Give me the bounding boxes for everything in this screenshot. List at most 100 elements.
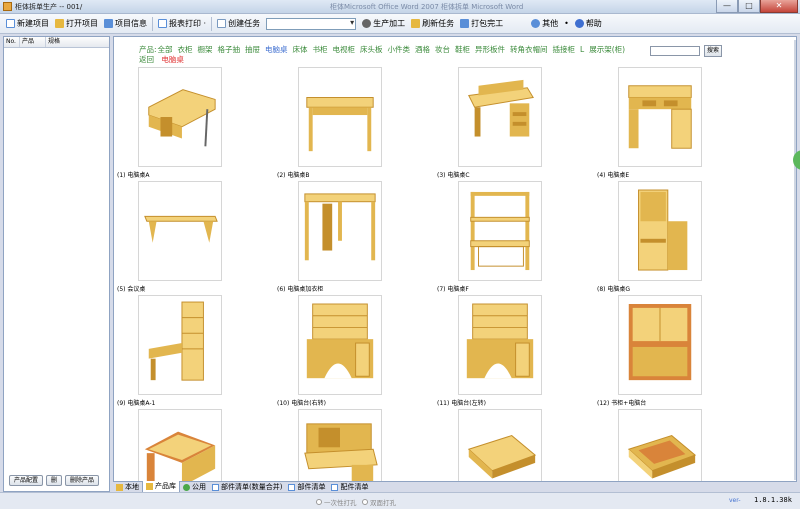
product-thumbnail[interactable] [458, 67, 542, 167]
product-list-panel: No. 产品 规格 产品配置 删 删除产品 [3, 36, 110, 492]
product-thumbnail[interactable] [138, 409, 222, 481]
list-icon [212, 483, 219, 491]
product-thumbnail[interactable] [458, 295, 542, 395]
product-thumbnail[interactable] [298, 67, 382, 167]
refresh-task-button[interactable]: 刷新任务 [408, 15, 457, 32]
category-link[interactable]: 床头板 [360, 45, 383, 54]
app-icon [3, 2, 12, 11]
category-label: 产品: [139, 45, 157, 54]
product-thumbnail[interactable] [618, 409, 702, 481]
product-thumbnail[interactable] [458, 409, 542, 481]
category-link[interactable]: 小件类 [388, 45, 411, 54]
toolbar-separator [152, 16, 153, 31]
category-link[interactable]: 全部 [158, 45, 173, 54]
product-caption: (8) 电脑桌G [597, 286, 631, 293]
product-caption: (4) 电脑桌E [597, 172, 630, 179]
package-icon [460, 19, 470, 28]
category-link[interactable]: L [580, 45, 584, 54]
category-link[interactable]: 电脑桌 [265, 45, 288, 54]
product-thumbnail[interactable] [138, 67, 222, 167]
category-link[interactable]: 书柜 [313, 45, 328, 54]
toolbar-separator [211, 16, 213, 31]
product-thumbnail[interactable] [298, 181, 382, 281]
report-print-button[interactable]: 报表打印 · [155, 15, 209, 32]
new-project-button[interactable]: 新建项目 [3, 15, 52, 32]
refresh-icon [411, 19, 421, 28]
delete-product-button[interactable]: 删除产品 [65, 475, 100, 486]
product-thumbnail[interactable] [298, 409, 382, 481]
product-thumbnail[interactable] [138, 181, 222, 281]
help-icon [574, 19, 584, 28]
radio-circle [362, 499, 368, 505]
search-input[interactable] [650, 46, 700, 56]
product-thumbnail[interactable] [618, 295, 702, 395]
parts-icon [331, 483, 339, 491]
radio-single-drill[interactable]: 一次性打孔 [316, 497, 357, 507]
status-user: ver- [729, 497, 741, 504]
category-link[interactable]: 格子抽 [218, 45, 241, 54]
toolbar-dot: • [564, 19, 569, 28]
product-caption: (11) 电脑台(左转) [437, 400, 486, 407]
category-link[interactable]: 鞋柜 [455, 45, 470, 54]
column-header-no[interactable]: No. [4, 37, 20, 47]
other-button[interactable]: 其他 [528, 15, 561, 32]
product-caption: (7) 电脑桌F [437, 286, 469, 293]
product-caption: (10) 电脑台(右转) [277, 400, 326, 407]
close-button[interactable]: ✕ [760, 0, 798, 13]
category-link[interactable]: 妆台 [435, 45, 450, 54]
product-caption: (3) 电脑桌C [437, 172, 470, 179]
create-task-button[interactable]: 创建任务 [214, 15, 263, 32]
list-icon [288, 483, 296, 491]
folder-icon [116, 483, 123, 491]
product-caption: (12) 书柜+电脑台 [597, 400, 647, 407]
gallery-scrollbar[interactable] [794, 40, 796, 480]
category-link[interactable]: 抽屉 [245, 45, 260, 54]
category-link[interactable]: 异形板件 [475, 45, 505, 54]
column-header-spec[interactable]: 规格 [46, 37, 109, 47]
product-caption: (5) 会议桌 [117, 286, 146, 293]
category-link[interactable]: 橱架 [198, 45, 213, 54]
project-info-button[interactable]: 项目信息 [101, 15, 150, 32]
category-link[interactable]: 酒格 [415, 45, 430, 54]
product-thumbnail[interactable] [138, 295, 222, 395]
info-icon [104, 19, 113, 28]
radio-circle [316, 499, 322, 505]
open-folder-icon [55, 19, 64, 28]
category-link[interactable]: 转角衣帽间 [510, 45, 548, 54]
category-link[interactable]: 衣柜 [178, 45, 193, 54]
product-gallery: 产品:全部 衣柜 橱架 格子抽 抽屉 电脑桌 床体 书柜 电视柜 床头板 小件类 酒格 妆台 鞋柜 异形板件… [113, 36, 797, 482]
package-button[interactable]: 打包完工 [457, 15, 506, 32]
category-link[interactable]: 电视柜 [333, 45, 356, 54]
product-thumbnail[interactable] [298, 295, 382, 395]
status-bar: 一次性打孔 双面打孔 ver- 1.8.1.38k [0, 492, 800, 509]
product-caption: (6) 电脑桌加衣柜 [277, 286, 324, 293]
product-thumbnail[interactable] [458, 181, 542, 281]
task-combo[interactable] [266, 17, 357, 30]
library-icon [146, 483, 153, 490]
report-icon [158, 19, 167, 28]
toolbar: 新建项目 打开项目 项目信息 报表打印 · 创建任务 生产加工 刷新任务 打包完… [0, 14, 800, 34]
product-caption: (1) 电脑桌A [117, 172, 150, 179]
category-link[interactable]: 展示架(柜) [589, 45, 625, 54]
gear-icon [362, 19, 372, 28]
open-project-button[interactable]: 打开项目 [52, 15, 101, 32]
product-list-header: No. 产品 规格 [4, 37, 109, 48]
maximize-button[interactable]: □ [738, 0, 760, 13]
category-link[interactable]: 插接柜 [553, 45, 576, 54]
help-button[interactable]: 帮助 [572, 15, 605, 32]
category-link[interactable]: 床体 [293, 45, 308, 54]
search-button[interactable]: 搜索 [704, 45, 722, 57]
new-doc-icon [6, 19, 15, 28]
status-version: 1.8.1.38k [754, 496, 792, 504]
radio-double-drill[interactable]: 双面打孔 [362, 497, 396, 507]
delete-short-button[interactable]: 删 [46, 475, 63, 486]
back-link[interactable]: 返回 [139, 55, 154, 64]
globe-icon [183, 483, 190, 491]
production-button[interactable]: 生产加工 [359, 15, 408, 32]
column-header-product[interactable]: 产品 [20, 37, 46, 47]
product-thumbnail[interactable] [618, 181, 702, 281]
product-config-button[interactable]: 产品配置 [9, 475, 44, 486]
minimize-button[interactable]: — [716, 0, 738, 13]
product-thumbnail[interactable] [618, 67, 702, 167]
category-bar: 产品:全部 衣柜 橱架 格子抽 抽屉 电脑桌 床体 书柜 电视柜 床头板 小件类 酒格 妆台 鞋柜 异形板件… [139, 45, 699, 65]
